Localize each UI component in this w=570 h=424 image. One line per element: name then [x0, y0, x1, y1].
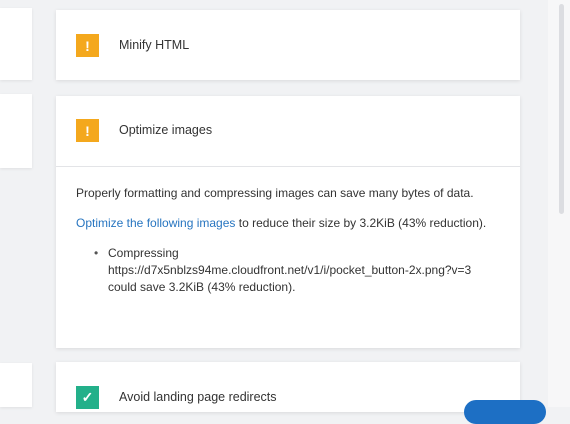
audit-description: Properly formatting and compressing imag…: [76, 186, 474, 200]
left-panel-card-2: [0, 94, 32, 168]
optimize-images-link[interactable]: Optimize the following images: [76, 216, 235, 230]
scrollbar-track[interactable]: [548, 0, 570, 407]
warning-icon: !: [76, 119, 99, 142]
scrollbar-thumb[interactable]: [559, 4, 564, 214]
audit-summary-text: to reduce their size by 3.2KiB (43% redu…: [235, 216, 487, 230]
audit-item-list: Compressing https://d7x5nblzs94me.cloudf…: [76, 245, 500, 296]
audit-card-minify-html[interactable]: ! Minify HTML: [56, 10, 520, 80]
warning-icon: !: [76, 34, 99, 57]
audit-summary: Optimize the following images to reduce …: [76, 215, 500, 232]
item-url: https://d7x5nblzs94me.cloudfront.net/v1/…: [108, 263, 472, 277]
item-saving: could save 3.2KiB (43% reduction).: [108, 280, 296, 294]
audit-header[interactable]: ! Optimize images: [56, 96, 520, 166]
left-panel-card-3: [0, 363, 32, 407]
audit-title: Optimize images: [119, 123, 213, 137]
floating-action-button[interactable]: [464, 400, 546, 424]
check-icon: ✓: [76, 386, 99, 409]
audit-card-landing-redirects[interactable]: ✓ Avoid landing page redirects: [56, 362, 520, 412]
item-label: Compressing: [108, 246, 179, 260]
audit-title: Avoid landing page redirects: [119, 390, 277, 404]
audit-header[interactable]: ! Minify HTML: [56, 10, 520, 80]
audit-header[interactable]: ✓ Avoid landing page redirects: [56, 362, 520, 412]
audit-card-optimize-images[interactable]: ! Optimize images Properly formatting an…: [56, 96, 520, 348]
list-item: Compressing https://d7x5nblzs94me.cloudf…: [76, 245, 500, 296]
audit-title: Minify HTML: [119, 38, 190, 52]
left-panel-card-1: [0, 8, 32, 80]
audit-details: Properly formatting and compressing imag…: [56, 167, 520, 296]
